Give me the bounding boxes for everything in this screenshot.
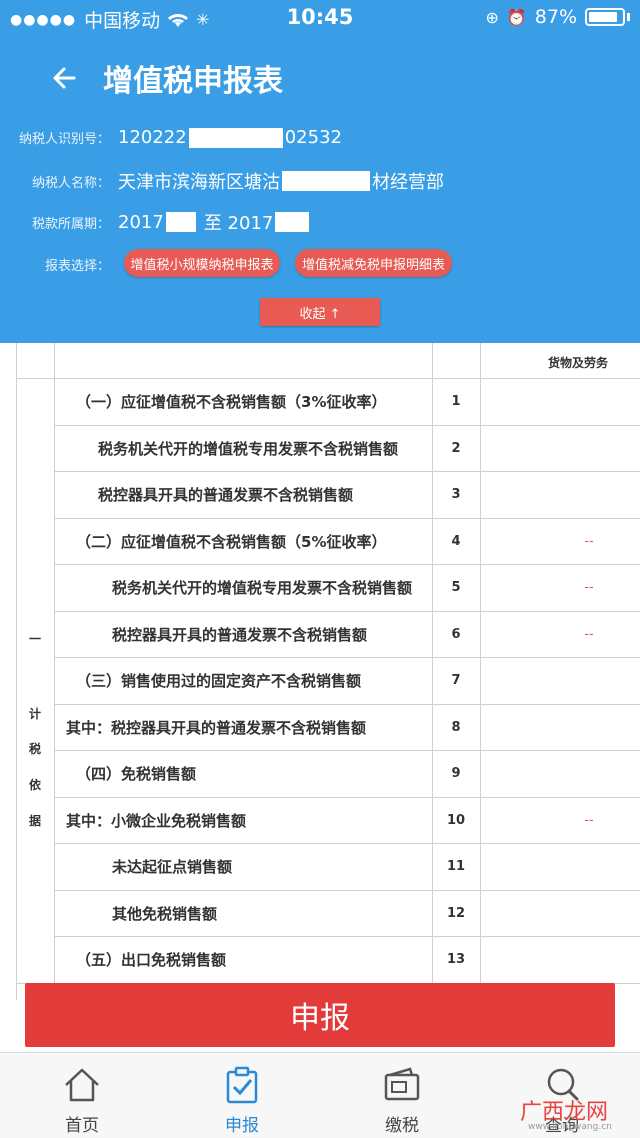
period-end: 至 2017 — [203, 213, 274, 234]
taxpayer-name-prefix: 天津市滨海新区塘沽 — [118, 172, 280, 193]
row-label: 未达起征点销售额 — [112, 858, 233, 876]
row-number: 6 — [451, 626, 461, 642]
table-line — [54, 517, 640, 519]
row-label: （四）免税销售额 — [76, 765, 197, 783]
form-select-label: 报表选择： — [44, 259, 110, 274]
row-number: 2 — [451, 440, 461, 456]
row-number: 12 — [446, 905, 466, 921]
rotation-lock-icon: ⊕ — [485, 7, 499, 27]
form-option-small-scale[interactable]: 增值税小规模纳税申报表 — [124, 249, 280, 277]
tab-home[interactable]: 首页 — [2, 1053, 162, 1138]
row-label: （五）出口免税销售额 — [76, 951, 227, 969]
row-number: 10 — [446, 812, 466, 828]
period-start: 2017 — [118, 211, 164, 233]
taxpayer-id-suffix: 02532 — [284, 127, 342, 148]
row-number: 13 — [446, 952, 466, 967]
status-bar: ●●●●● 中国移动 ✳ 10:45 ⊕ ⏰ 87% — [0, 0, 640, 36]
table-line — [54, 936, 640, 937]
tab-label: 缴税 — [385, 1116, 419, 1136]
battery-percent: 87% — [534, 6, 577, 28]
side-label-char: 税 — [28, 742, 41, 756]
value-cell[interactable]: -- — [480, 627, 640, 642]
row-label: 税务机关代开的增值税专用发票不含税销售额 — [112, 579, 413, 597]
battery-tip — [627, 13, 630, 21]
taxpayer-id-label: 纳税人识别号： — [18, 132, 110, 147]
table-line — [54, 889, 640, 891]
row-label: 其中：小微企业免税销售额 — [66, 811, 247, 830]
header-panel: ●●●●● 中国移动 ✳ 10:45 ⊕ ⏰ 87% 增值税申报表 纳税人识别号… — [0, 0, 640, 343]
table-line — [16, 330, 17, 1000]
table-line — [54, 424, 640, 426]
page-title: 增值税申报表 — [103, 64, 283, 99]
redaction-box — [275, 212, 310, 232]
row-number: 8 — [451, 719, 461, 735]
table-line — [54, 843, 640, 844]
battery-icon — [585, 8, 625, 26]
period-row: 税款所属期： 2017 至 2017 — [0, 209, 311, 235]
tab-pay[interactable]: 缴税 — [322, 1053, 482, 1138]
form-option-exemption-detail[interactable]: 增值税减免税申报明细表 — [295, 249, 452, 277]
row-number: 3 — [451, 487, 461, 502]
tab-label: 首页 — [65, 1116, 99, 1136]
value-cell[interactable]: -- — [480, 580, 640, 595]
period-label: 税款所属期： — [31, 216, 110, 232]
redaction-box — [165, 212, 196, 232]
row-number: 7 — [451, 673, 461, 688]
tab-label: 申报 — [225, 1116, 259, 1136]
table-line — [54, 564, 640, 565]
alarm-icon: ⏰ — [506, 7, 527, 27]
row-label: （一）应征增值税不含税销售额（3%征收率） — [76, 393, 387, 411]
taxpayer-id-row: 纳税人识别号： 120222 02532 — [0, 127, 342, 148]
tax-table: 货物及劳务 一 计 税 依 据 （一）应征增值税不含税销售额（3%征收率） 1 税务… — [0, 330, 640, 1000]
row-number: 4 — [451, 533, 461, 549]
clipboard-check-icon — [226, 1066, 258, 1104]
table-line — [54, 610, 640, 612]
value-cell[interactable]: -- — [480, 813, 640, 828]
value-cell[interactable]: -- — [480, 534, 640, 549]
side-label-section: 一 — [28, 632, 41, 646]
row-label: 税控器具开具的普通发票不含税销售额 — [98, 486, 354, 504]
nav-bar: 增值税申报表 — [0, 48, 640, 108]
row-number: 9 — [451, 766, 461, 781]
table-line — [54, 703, 640, 705]
row-label: 税控器具开具的普通发票不含税销售额 — [112, 625, 368, 644]
table-line — [54, 330, 55, 990]
table-line — [16, 378, 640, 379]
taxpayer-name-label: 纳税人名称： — [31, 175, 110, 191]
back-arrow-icon[interactable] — [48, 58, 88, 98]
redaction-box — [282, 171, 370, 191]
table-line — [54, 657, 640, 658]
table-line — [432, 330, 433, 990]
home-icon — [65, 1068, 99, 1102]
table-line — [480, 330, 481, 990]
collapse-button[interactable]: 收起 ↑ — [260, 298, 380, 326]
taxpayer-id-prefix: 120222 — [118, 127, 187, 148]
redaction-box — [188, 127, 283, 148]
row-label: （二）应征增值税不含税销售额（5%征收率） — [76, 532, 387, 551]
wallet-icon — [384, 1067, 420, 1101]
taxpayer-name-suffix: 材经营部 — [372, 172, 444, 193]
row-number: 11 — [446, 859, 466, 874]
table-line — [54, 796, 640, 798]
column-header-goods: 货物及劳务 — [548, 356, 609, 370]
taxpayer-name-row: 纳税人名称： 天津市滨海新区塘沽 材经营部 — [0, 168, 444, 194]
table-line — [54, 471, 640, 472]
row-label: 其中：税控器具开具的普通发票不含税销售额 — [66, 718, 367, 737]
table-line — [54, 750, 640, 751]
row-number: 1 — [451, 394, 461, 409]
row-label: 其他免税销售额 — [112, 904, 218, 923]
tab-declare[interactable]: 申报 — [162, 1053, 322, 1138]
watermark-url: www.ilongwang.cn — [528, 1122, 612, 1132]
row-label: 税务机关代开的增值税专用发票不含税销售额 — [98, 439, 399, 458]
row-label: （三）销售使用过的固定资产不含税销售额 — [76, 672, 362, 690]
row-number: 5 — [451, 580, 461, 595]
side-label-char: 据 — [28, 814, 41, 828]
submit-button[interactable]: 申报 — [25, 983, 615, 1047]
side-label-char: 计 — [28, 707, 41, 721]
side-label-char: 依 — [28, 778, 41, 792]
